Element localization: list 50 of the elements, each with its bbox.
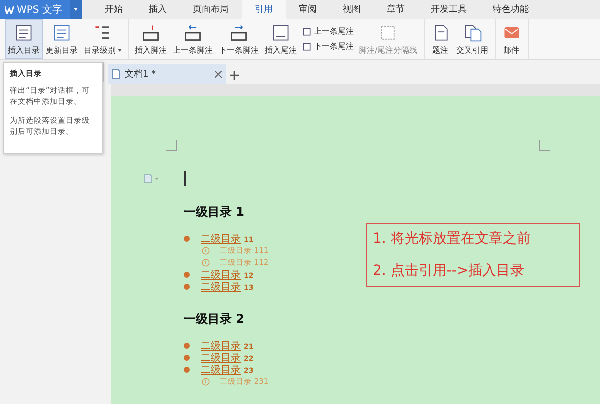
circle-marker-icon	[202, 259, 210, 267]
ribbon-button[interactable]: 插入脚注	[132, 19, 170, 59]
document-tab[interactable]: 文档1 *	[108, 64, 226, 84]
bullet-icon	[184, 343, 190, 349]
menu-tab[interactable]: 页面布局	[180, 0, 242, 19]
ribbon-button[interactable]: 插入尾注	[262, 19, 300, 59]
ribbon-button[interactable]: 下一条尾注	[300, 41, 356, 52]
heading: 一级目录 1	[184, 204, 246, 221]
ribbon-button[interactable]: 更新目录	[43, 19, 81, 59]
square-icon	[302, 26, 312, 36]
menu-dropdown[interactable]	[70, 0, 82, 19]
documents-icon	[462, 22, 483, 42]
menu-tab[interactable]: 章节	[374, 0, 418, 19]
bullet-icon	[184, 367, 190, 373]
ribbon-button[interactable]: 插入目录	[5, 19, 43, 59]
menu-tab[interactable]: 视图	[330, 0, 374, 19]
right-arrow-icon	[229, 22, 249, 42]
bullet-icon	[184, 236, 190, 242]
heading: 一级目录 2	[184, 311, 246, 328]
ribbon-button[interactable]: 题注	[428, 19, 454, 59]
menu-tab[interactable]: 引用	[242, 0, 286, 19]
close-icon[interactable]	[215, 70, 222, 78]
refresh-list-icon	[52, 22, 72, 42]
document-icon	[112, 69, 121, 79]
bullet-icon	[184, 355, 190, 361]
ribbon-button[interactable]: 交叉引用	[454, 19, 492, 59]
bullet-icon	[184, 284, 190, 290]
circle-marker-icon	[202, 378, 210, 386]
ribbon-button[interactable]: 目录级别	[81, 19, 125, 59]
instruction-text: 2. 点击引用-->插入目录	[373, 262, 526, 280]
instruction-text: 1. 将光标放置在文章之前	[373, 230, 532, 248]
menu-tab[interactable]: 审阅	[286, 0, 330, 19]
menu-tab[interactable]: 插入	[136, 0, 180, 19]
ribbon-button[interactable]: 上一条脚注	[170, 19, 216, 59]
text-cursor	[184, 171, 186, 186]
ribbon-button[interactable]: 下一条脚注	[216, 19, 262, 59]
ribbon-button[interactable]: 上一条尾注	[300, 26, 356, 37]
add-tab-icon[interactable]	[230, 71, 239, 80]
menu-tab[interactable]: 开始	[92, 0, 136, 19]
square-icon	[302, 42, 312, 52]
document-icon	[271, 22, 291, 42]
ribbon-button[interactable]: 邮件	[498, 19, 525, 59]
menu-tab[interactable]: 开发工具	[418, 0, 480, 19]
bullet-icon	[184, 272, 190, 278]
menu-tab[interactable]: 特色功能	[480, 0, 542, 19]
circle-marker-icon	[202, 247, 210, 255]
w-letter-icon	[5, 6, 14, 14]
toc-icon	[14, 22, 34, 42]
left-arrow-icon	[183, 22, 203, 42]
app-logo[interactable]: WPS 文字	[0, 0, 70, 19]
